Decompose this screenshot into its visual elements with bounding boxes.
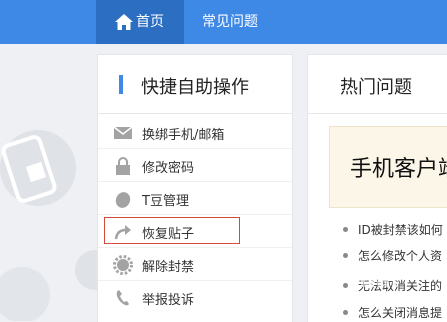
question-text: 怎么关闭消息提 [358,306,443,320]
menu-item-label: 修改密码 [142,161,195,176]
menu-item-label: 换绑手机/邮箱 [142,128,225,143]
quick-actions-panel: 快捷自助操作 换绑手机/邮箱 修改密码 T豆管理 恢复贴子 解除封禁 举报投诉 [97,54,293,322]
gear-icon [113,255,133,275]
envelope-icon [113,126,133,139]
divider [308,113,447,114]
menu-item-label: 恢复贴子 [142,227,195,242]
menu-item-change-phone-email[interactable]: 换绑手机/邮箱 [98,116,292,149]
question-text: 怎么修改个人资 [358,249,443,263]
menu-item-restore-post[interactable]: 恢复贴子 [98,215,292,248]
quick-actions-title: 快捷自助操作 [141,77,249,98]
bullet [343,283,348,288]
bean-icon [115,192,131,208]
phone-icon [116,290,129,306]
tab-home[interactable]: 首页 [96,0,184,44]
bullet [343,310,348,315]
banner-text: 手机客户端 [350,157,447,182]
question-link[interactable]: 怎么关闭消息提 [308,302,447,322]
lock-icon [116,157,130,175]
tab-home-label: 首页 [136,14,164,30]
menu-item-tdou-management[interactable]: T豆管理 [98,182,292,215]
bullet [343,227,348,232]
menu-item-change-password[interactable]: 修改密码 [98,149,292,182]
menu-item-report-complaint[interactable]: 举报投诉 [98,281,292,314]
restore-arrow-icon [114,225,131,240]
divider [98,113,292,114]
mobile-client-banner[interactable]: 手机客户端 [329,126,447,208]
question-link[interactable]: 怎么修改个人资 [308,245,447,265]
home-icon [115,14,133,30]
menu-item-label: T豆管理 [142,194,189,209]
menu-item-label: 解除封禁 [142,260,195,275]
title-accent-bar [119,75,123,94]
top-nav: 首页 常见问题 [0,0,447,44]
background-illustration [0,130,110,321]
bullet [343,253,348,258]
menu-item-unban[interactable]: 解除封禁 [98,248,292,281]
question-link[interactable]: ID被封禁该如何 [308,219,447,239]
tab-faq[interactable]: 常见问题 [202,11,258,31]
watermark: Bai [359,268,399,293]
quick-actions-header: 快捷自助操作 [98,55,292,113]
menu-item-label: 举报投诉 [142,293,195,308]
question-text: ID被封禁该如何 [358,223,443,237]
hot-questions-title: 热门问题 [340,77,412,98]
